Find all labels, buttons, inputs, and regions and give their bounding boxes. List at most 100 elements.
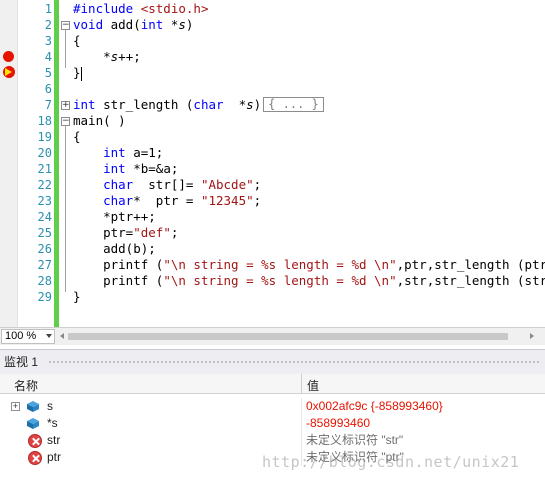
code-token: int — [73, 97, 96, 112]
panel-grip[interactable] — [48, 360, 540, 365]
code-token: "\n string = %s length = %d \n" — [163, 257, 397, 272]
code-line[interactable]: } — [73, 65, 82, 81]
code-line[interactable]: *ptr++; — [73, 209, 156, 225]
line-number: 26 — [37, 242, 52, 256]
text-cursor — [80, 66, 82, 81]
expand-icon[interactable]: + — [61, 101, 70, 110]
code-token: "def" — [133, 225, 171, 240]
code-token: ) — [253, 97, 262, 112]
code-area[interactable]: #include <stdio.h> void add(int *s) −{ *s+… — [59, 0, 545, 327]
code-token: ; — [253, 193, 262, 208]
line-number: 20 — [37, 146, 52, 160]
code-line[interactable]: void add(int *s) — [73, 17, 193, 33]
expand-icon[interactable]: + — [11, 402, 20, 411]
line-number: 22 — [37, 178, 52, 192]
code-line[interactable]: char* ptr = "12345"; — [73, 193, 261, 209]
code-token: *b=&a; — [125, 161, 179, 176]
column-divider — [301, 415, 302, 432]
code-token: ptr= — [73, 225, 134, 240]
variable-icon — [27, 401, 39, 412]
code-token: { — [73, 129, 81, 144]
code-token: ++; — [118, 49, 141, 64]
code-line[interactable]: printf ("\n string = %s length = %d \n",… — [73, 273, 545, 289]
code-token: ; — [253, 177, 262, 192]
code-line[interactable]: } — [73, 289, 81, 305]
code-token: str[]= — [133, 177, 201, 192]
code-line[interactable]: int *b=&a; — [73, 161, 178, 177]
code-token: "12345" — [200, 193, 254, 208]
code-token: "\n string = %s length = %d \n" — [163, 273, 397, 288]
line-number: 1 — [44, 2, 52, 16]
code-token: * — [73, 49, 111, 64]
watch-title-text: 监视 1 — [4, 355, 39, 369]
watch-column-header: 名称 值 — [0, 374, 545, 394]
code-token: "Abcde" — [200, 177, 254, 192]
watch-name[interactable]: s — [47, 398, 53, 415]
zoom-dropdown[interactable]: 100 % — [1, 329, 55, 344]
code-line[interactable]: { — [73, 33, 81, 49]
watch-value[interactable]: -858993460 — [306, 415, 370, 432]
code-token: void — [73, 17, 104, 32]
error-icon — [28, 451, 42, 465]
column-divider — [301, 398, 302, 415]
current-statement-breakpoint-icon[interactable] — [3, 66, 15, 78]
line-number: 5 — [44, 66, 52, 80]
line-number: 18 — [37, 114, 52, 128]
line-number: 29 — [37, 290, 52, 304]
watch-name[interactable]: *s — [47, 415, 58, 432]
line-number-gutter: 1 2 3 4 5 6 7 18 19 20 21 22 23 24 25 26 27 28 29 — [18, 0, 54, 327]
code-token: *ptr++; — [73, 209, 156, 224]
code-line[interactable]: #include <stdio.h> — [73, 1, 208, 17]
watch-row[interactable]: + s 0x002afc9c {-858993460} — [0, 398, 545, 415]
watch-row[interactable]: *s -858993460 — [0, 415, 545, 432]
breakpoint-margin[interactable] — [0, 0, 18, 327]
column-divider[interactable] — [301, 374, 302, 394]
column-header-value[interactable]: 值 — [307, 377, 319, 394]
code-line[interactable]: ptr="def"; — [73, 225, 178, 241]
breakpoint-icon[interactable] — [3, 51, 14, 62]
code-token: * — [223, 97, 247, 112]
code-editor[interactable]: 1 2 3 4 5 6 7 18 19 20 21 22 23 24 25 26 27 28 29 #include… — [0, 0, 545, 327]
code-line[interactable]: int str_length (char *s){ ... } — [73, 97, 324, 113]
code-line[interactable]: { — [73, 129, 81, 145]
column-header-name[interactable]: 名称 — [14, 377, 38, 394]
code-token: s — [178, 17, 186, 32]
line-number: 25 — [37, 226, 52, 240]
code-token: * ptr = — [133, 193, 201, 208]
code-line[interactable]: char str[]= "Abcde"; — [73, 177, 261, 193]
line-number: 7 — [44, 98, 52, 112]
collapsed-region-button[interactable]: { ... } — [263, 97, 324, 112]
collapse-icon[interactable]: − — [61, 21, 70, 30]
code-line[interactable]: printf ("\n string = %s length = %d \n",… — [73, 257, 545, 273]
line-number: 21 — [37, 162, 52, 176]
zoom-value: 100 % — [5, 330, 37, 342]
code-token: ,ptr,str_length (ptr)); — [396, 257, 545, 272]
watch-row[interactable]: str 未定义标识符 "str" — [0, 432, 545, 449]
watch-value[interactable]: 未定义标识符 "str" — [306, 432, 403, 449]
line-number: 28 — [37, 274, 52, 288]
code-token: int — [140, 17, 164, 32]
code-token: printf ( — [73, 257, 164, 272]
code-line[interactable]: add(b); — [73, 241, 156, 257]
line-number: 4 — [44, 50, 52, 64]
code-token: ,str,str_length (str)); — [396, 273, 545, 288]
code-line[interactable]: *s++; — [73, 49, 141, 65]
code-token: char — [103, 193, 134, 208]
line-number: 6 — [44, 82, 52, 96]
horizontal-scrollbar[interactable] — [58, 331, 538, 342]
collapse-icon[interactable]: − — [61, 117, 70, 126]
line-number: 2 — [44, 18, 52, 32]
chevron-down-icon — [46, 334, 52, 338]
code-token: printf ( — [73, 273, 164, 288]
watch-value[interactable]: 0x002afc9c {-858993460} — [306, 398, 443, 415]
code-line[interactable]: int a=1; — [73, 145, 163, 161]
watch-name[interactable]: str — [47, 432, 60, 449]
line-number: 3 — [44, 34, 52, 48]
code-token: str_length ( — [95, 97, 194, 112]
line-number: 24 — [37, 210, 52, 224]
code-token: char — [103, 177, 134, 192]
code-token: s — [246, 97, 254, 112]
code-line[interactable]: main( ) — [73, 113, 126, 129]
watch-name[interactable]: ptr — [47, 449, 61, 466]
